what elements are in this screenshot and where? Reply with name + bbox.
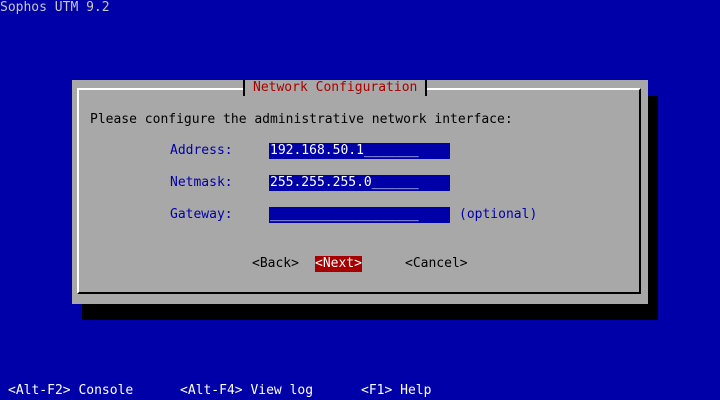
dialog-title-bar: Network Configuration — [243, 80, 428, 96]
app-title: Sophos UTM 9.2 — [0, 0, 110, 15]
footer-view-log[interactable]: <Alt-F4> View log — [180, 383, 313, 399]
footer-help[interactable]: <F1> Help — [361, 383, 431, 399]
cancel-button[interactable]: <Cancel> — [405, 256, 468, 272]
dialog-title: Network Configuration — [253, 80, 418, 95]
netmask-field[interactable]: 255.255.255.0______ — [269, 175, 450, 191]
netmask-label: Netmask: — [170, 175, 233, 190]
gateway-field[interactable]: ___________________ — [269, 207, 450, 223]
gateway-optional-hint: (optional) — [459, 207, 538, 222]
next-button[interactable]: <Next> — [315, 256, 362, 272]
back-button[interactable]: <Back> — [252, 256, 299, 272]
footer-console[interactable]: <Alt-F2> Console — [8, 383, 133, 399]
gateway-label: Gateway: — [170, 207, 233, 222]
address-label: Address: — [170, 143, 233, 158]
address-field[interactable]: 192.168.50.1_______ — [269, 143, 450, 159]
dialog-prompt: Please configure the administrative netw… — [90, 112, 513, 127]
footer-hotkeys: <Alt-F2> Console <Alt-F4> View log <F1> … — [0, 383, 720, 400]
network-configuration-dialog: Network Configuration Please configure t… — [72, 80, 648, 304]
